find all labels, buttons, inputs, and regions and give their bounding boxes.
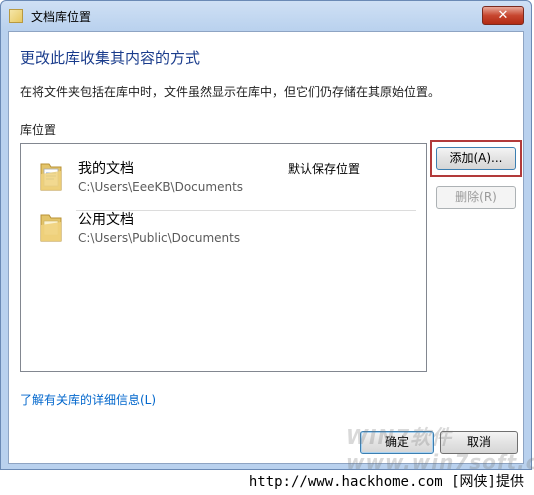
- library-icon: [9, 9, 23, 23]
- default-save-location-badge: 默认保存位置: [288, 162, 361, 176]
- location-name: 公用文档: [78, 212, 134, 228]
- footer-credit: http://www.hackhome.com [网侠]提供: [0, 470, 534, 495]
- window-title: 文档库位置: [31, 10, 92, 24]
- library-location-item[interactable]: 我的文档 C:\Users\EeeKB\Documents 默认保存位置: [21, 154, 426, 211]
- watermark: WIN7软件 www.win7soft.com: [346, 425, 534, 474]
- library-location-item[interactable]: 公用文档 C:\Users\Public\Documents: [21, 205, 426, 255]
- location-name: 我的文档: [78, 161, 134, 177]
- folder-documents-icon: [40, 163, 62, 191]
- footer-credit-text: http://www.hackhome.com [网侠]提供: [248, 474, 524, 490]
- library-locations-list[interactable]: 我的文档 C:\Users\EeeKB\Documents 默认保存位置 公用文…: [20, 143, 427, 372]
- learn-more-link[interactable]: 了解有关库的详细信息(L): [20, 391, 156, 408]
- library-locations-label: 库位置: [20, 123, 57, 137]
- dialog-heading: 更改此库收集其内容的方式: [20, 49, 201, 67]
- dialog-description: 在将文件夹包括在库中时，文件虽然显示在库中，但它们仍存储在其原始位置。: [20, 85, 441, 99]
- dialog-content: 更改此库收集其内容的方式 在将文件夹包括在库中时，文件虽然显示在库中，但它们仍存…: [8, 31, 524, 464]
- title-bar[interactable]: 文档库位置 ✕: [1, 1, 531, 31]
- dialog-window: 文档库位置 ✕ 更改此库收集其内容的方式 在将文件夹包括在库中时，文件虽然显示在…: [0, 0, 534, 474]
- remove-button[interactable]: 删除(R): [436, 186, 516, 209]
- add-button[interactable]: 添加(A)...: [436, 147, 516, 170]
- location-path: C:\Users\Public\Documents: [78, 231, 241, 245]
- location-path: C:\Users\EeeKB\Documents: [78, 180, 244, 194]
- folder-icon: [40, 214, 62, 242]
- close-icon: ✕: [497, 8, 509, 23]
- close-button[interactable]: ✕: [482, 6, 524, 25]
